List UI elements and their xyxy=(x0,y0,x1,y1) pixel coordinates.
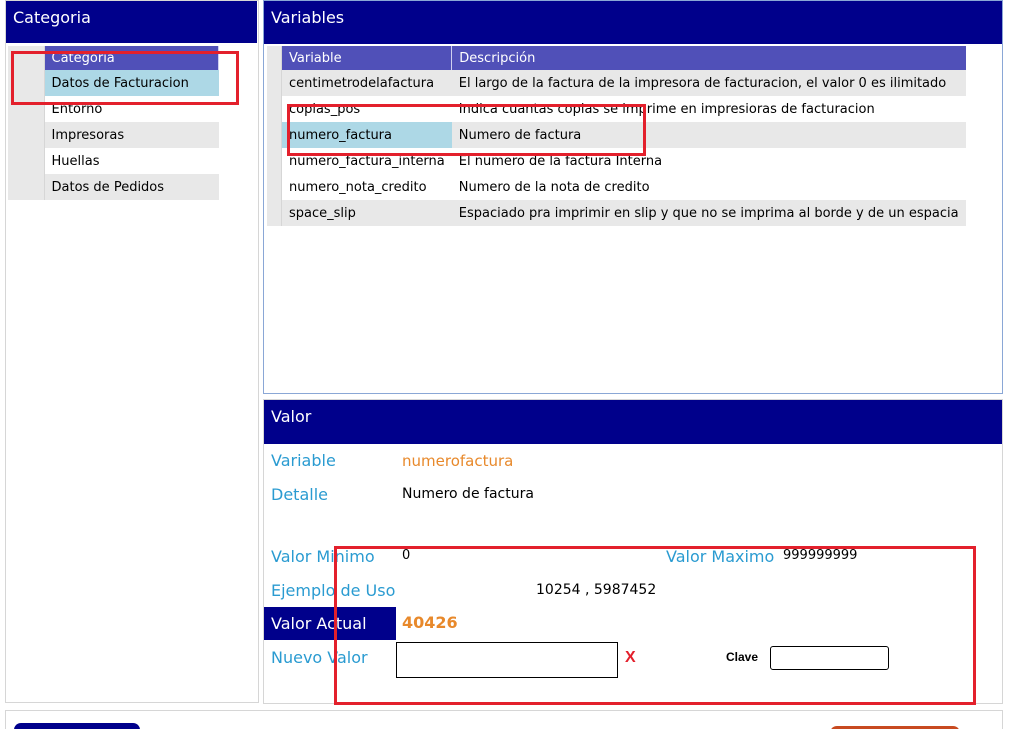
categoria-item-label[interactable]: Huellas xyxy=(44,148,219,174)
categoria-item-label[interactable]: Impresoras xyxy=(44,122,219,148)
detalle-value: Numero de factura xyxy=(402,486,534,502)
row-selector[interactable] xyxy=(8,148,45,174)
row-selector[interactable] xyxy=(267,70,282,96)
categoria-item-label[interactable]: Datos de Pedidos xyxy=(44,174,219,200)
variable-row[interactable]: numero_nota_credito Numero de la nota de… xyxy=(267,174,966,200)
descripcion-column-header[interactable]: Descripción xyxy=(451,46,966,70)
variable-row[interactable]: space_slip Espaciado pra imprimir en sli… xyxy=(267,200,966,226)
row-selector[interactable] xyxy=(267,174,282,200)
variables-panel-title: Variables xyxy=(264,1,1002,44)
annotation-box-variables xyxy=(287,104,646,156)
annotation-box-valor xyxy=(334,546,976,705)
bottom-left-button[interactable] xyxy=(14,723,140,729)
row-selector[interactable] xyxy=(267,96,282,122)
variable-label: Variable xyxy=(271,451,336,470)
variable-row[interactable]: centimetrodelafactura El largo de la fac… xyxy=(267,70,966,96)
row-selector[interactable] xyxy=(8,174,45,200)
row-selector[interactable] xyxy=(267,148,282,174)
categoria-row-impresoras[interactable]: Impresoras xyxy=(8,122,219,148)
categoria-panel-title: Categoria xyxy=(6,1,257,43)
row-selector[interactable] xyxy=(267,122,282,148)
variable-name[interactable]: space_slip xyxy=(281,200,452,226)
row-selector[interactable] xyxy=(267,200,282,226)
detalle-label: Detalle xyxy=(271,485,328,504)
variable-description[interactable]: El largo de la factura de la impresora d… xyxy=(451,70,966,96)
variable-description[interactable]: Numero de la nota de credito xyxy=(451,174,966,200)
row-selector[interactable] xyxy=(8,122,45,148)
categoria-row-huellas[interactable]: Huellas xyxy=(8,148,219,174)
variable-value: numerofactura xyxy=(402,452,514,470)
variable-column-header[interactable]: Variable xyxy=(281,46,453,70)
variable-name[interactable]: centimetrodelafactura xyxy=(281,70,452,96)
annotation-box-categoria xyxy=(11,51,239,105)
categoria-row-datos-pedidos[interactable]: Datos de Pedidos xyxy=(8,174,219,200)
variable-name[interactable]: numero_nota_credito xyxy=(281,174,452,200)
variables-grid-corner xyxy=(267,46,282,70)
valor-panel-title: Valor xyxy=(264,400,1002,444)
variable-description[interactable]: Espaciado pra imprimir en slip y que no … xyxy=(451,200,966,226)
